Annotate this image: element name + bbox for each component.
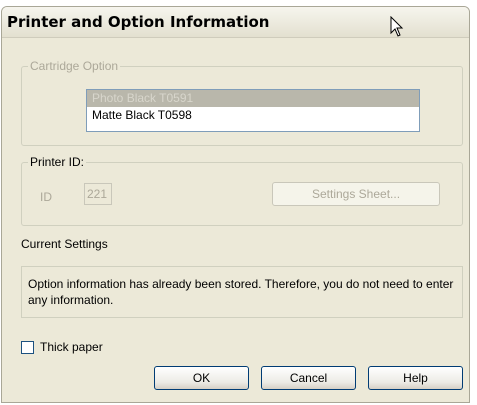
- info-message-box: Option information has already been stor…: [21, 266, 463, 318]
- id-field: 221: [84, 183, 112, 205]
- ok-button[interactable]: OK: [154, 366, 249, 390]
- list-item-matte-black[interactable]: Matte Black T0598: [87, 107, 419, 124]
- current-settings-heading: Current Settings: [21, 237, 108, 251]
- thick-paper-checkbox[interactable]: [21, 341, 34, 354]
- mouse-cursor-icon: [390, 16, 404, 37]
- thick-paper-label[interactable]: Thick paper: [40, 340, 103, 354]
- cancel-button[interactable]: Cancel: [261, 366, 356, 390]
- info-message-text: Option information has already been stor…: [28, 277, 454, 307]
- printer-id-legend: Printer ID:: [28, 155, 87, 169]
- dialog-title: Printer and Option Information: [7, 13, 270, 31]
- cartridge-listbox[interactable]: Photo Black T0591 Matte Black T0598: [86, 89, 420, 132]
- cartridge-option-legend: Cartridge Option: [28, 59, 121, 73]
- printer-option-dialog: Printer and Option Information Cartridge…: [1, 6, 470, 403]
- settings-sheet-button[interactable]: Settings Sheet...: [272, 182, 440, 206]
- id-label: ID: [40, 190, 52, 204]
- help-button[interactable]: Help: [368, 366, 463, 390]
- list-item-photo-black[interactable]: Photo Black T0591: [87, 90, 419, 107]
